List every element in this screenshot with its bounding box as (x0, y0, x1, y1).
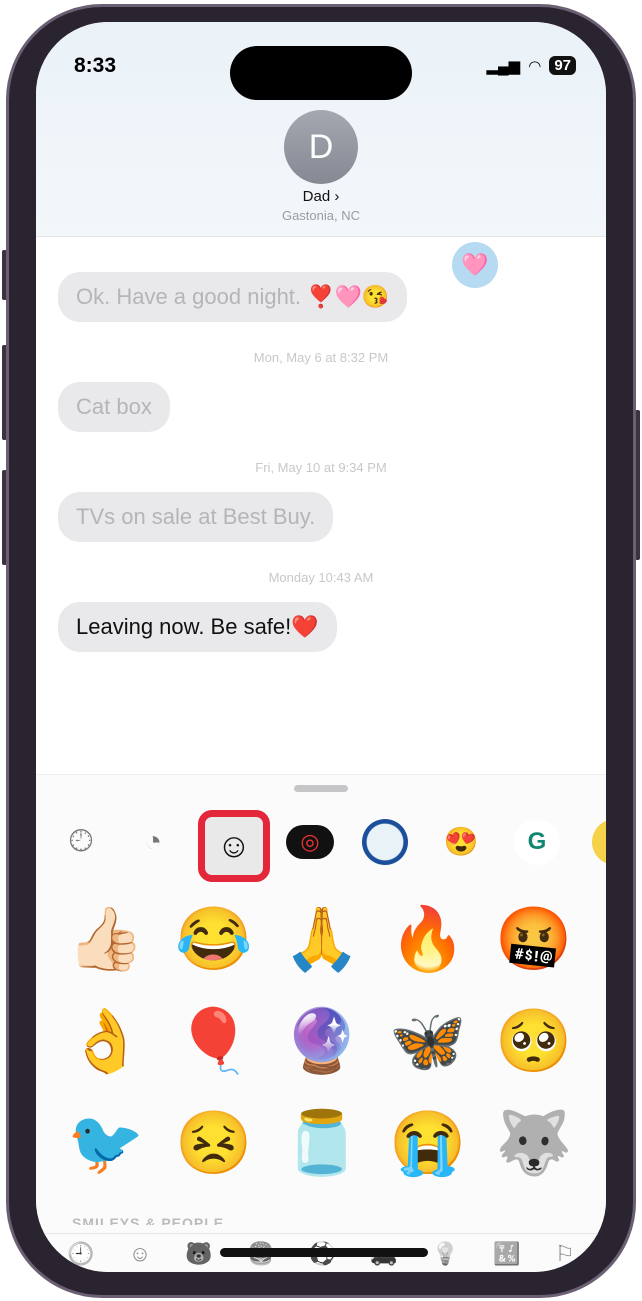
sticker-icon[interactable]: ◔ (130, 819, 176, 865)
emoji-key[interactable]: 👍🏻 (66, 900, 146, 980)
contact-location: Gastonia, NC (281, 208, 361, 223)
emoji-icon[interactable]: ☺︎ (198, 810, 270, 882)
wifi-icon: ◠ (528, 57, 542, 75)
avatar[interactable]: D (284, 110, 358, 184)
category-tab-icon[interactable]: 💡 (432, 1234, 459, 1272)
dynamic-island (230, 46, 412, 100)
emoji-key[interactable]: 🔮 (282, 1002, 362, 1082)
timestamp: Mon, May 6 at 8:32 PM (253, 350, 389, 365)
category-tab-icon[interactable]: ☺ (129, 1234, 151, 1272)
tapback-heart-icon: 🩷 (452, 242, 498, 288)
app-icon[interactable] (362, 819, 408, 865)
contact-name[interactable]: Dad › (36, 188, 606, 205)
home-indicator[interactable] (220, 1248, 428, 1257)
emoji-key[interactable]: 🎈 (174, 1002, 254, 1082)
message-bubble[interactable]: TVs on sale at Best Buy. (58, 492, 334, 542)
emoji-key[interactable]: 👌 (66, 1002, 146, 1082)
category-tab-icon[interactable]: 🐻 (185, 1234, 212, 1272)
category-tab-icon[interactable]: ⚐ (555, 1234, 575, 1272)
message-bubble[interactable]: Cat box (58, 382, 170, 432)
status-icons: ▂▄▆ ◠ 97 (487, 56, 576, 75)
emoji-key[interactable]: 🫙 (282, 1104, 362, 1184)
grammarly-icon[interactable]: G (514, 819, 560, 865)
emoji-key[interactable]: 🔥 (388, 900, 468, 980)
activity-icon[interactable]: ◎ (286, 825, 334, 859)
conversation-header: 8:33 ▂▄▆ ◠ 97 D Dad › Gastonia, NC (36, 22, 606, 237)
section-label: SMILEYS & PEOPLE (72, 1215, 225, 1225)
memoji-icon[interactable]: 😍 (438, 819, 484, 865)
emoji-key[interactable]: 😂 (174, 900, 254, 980)
more-apps-icon[interactable] (592, 819, 606, 865)
emoji-key[interactable]: 🐦 (66, 1104, 146, 1184)
message-bubble[interactable]: Ok. Have a good night. ❣️🩷😘 (58, 272, 408, 322)
screen: 8:33 ▂▄▆ ◠ 97 D Dad › Gastonia, NC 🩷 Ok.… (36, 22, 606, 1272)
timestamp: Monday 10:43 AM (268, 570, 374, 585)
category-tab-icon[interactable]: 🕘 (67, 1234, 94, 1272)
emoji-key[interactable]: 🤬 (494, 900, 574, 980)
emoji-panel: 🕘︎ ◔ ☺︎ ◎ 😍 G 👍🏻 😂 🙏 🔥 🤬 👌 🎈 🔮 🦋 🥺 🐦 😣 🫙 😭 🐺 SMILEYS &… (36, 774, 606, 1272)
emoji-key[interactable]: 🐺 (494, 1104, 574, 1184)
app-strip: 🕘︎ ◔ ☺︎ ◎ 😍 G (36, 810, 606, 882)
panel-grabber[interactable] (294, 785, 348, 792)
emoji-key[interactable]: 🙏 (282, 900, 362, 980)
category-tab-icon[interactable]: 🔣 (493, 1234, 520, 1272)
emoji-key[interactable]: 😣 (174, 1104, 254, 1184)
emoji-key[interactable]: 😭 (388, 1104, 468, 1184)
message-bubble[interactable]: Leaving now. Be safe!❤️ (58, 602, 337, 652)
emoji-key[interactable]: 🥺 (494, 1002, 574, 1082)
status-time: 8:33 (74, 54, 117, 77)
signal-icon: ▂▄▆ (486, 57, 521, 75)
emoji-key[interactable]: 🦋 (388, 1002, 468, 1082)
timestamp: Fri, May 10 at 9:34 PM (255, 460, 387, 475)
battery-level: 97 (549, 56, 576, 75)
clock-icon[interactable]: 🕘︎ (58, 819, 104, 865)
